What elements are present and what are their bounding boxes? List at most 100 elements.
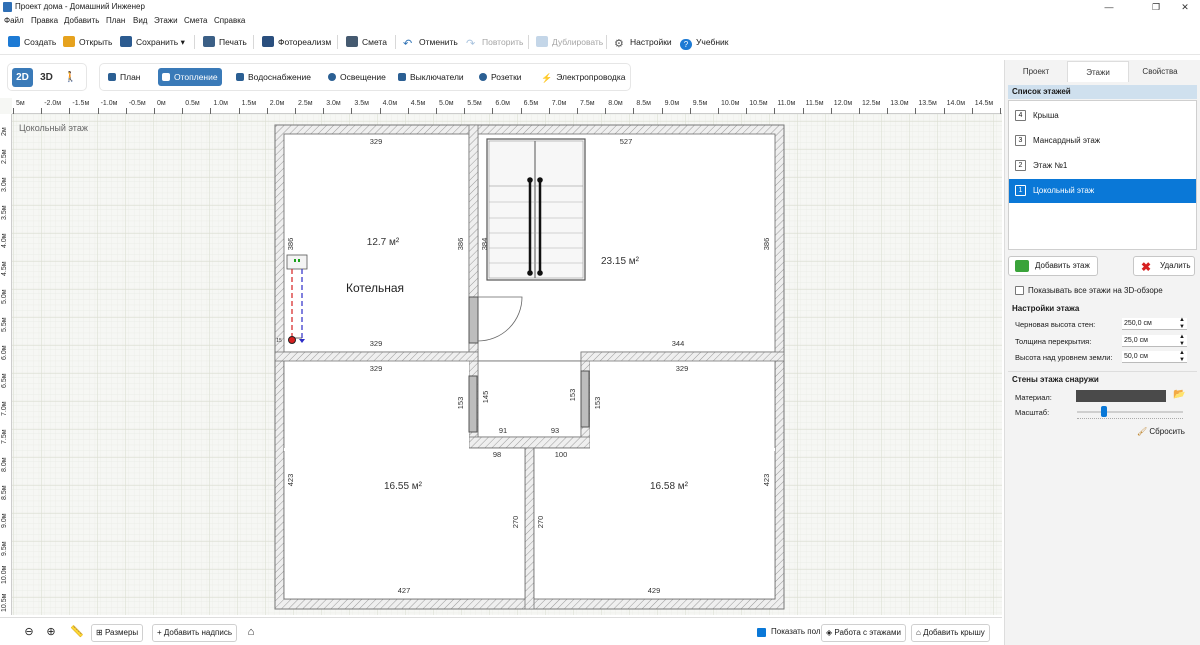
duplicate-button[interactable]: Дублировать — [536, 34, 603, 50]
spinner-icon[interactable]: ▲ ▼ — [1179, 317, 1185, 331]
save-button[interactable]: Сохранить ▾ — [120, 34, 185, 50]
zoom-in-icon[interactable]: ⊕ — [42, 624, 60, 642]
delete-floor-button[interactable]: ✖ Удалить — [1133, 256, 1195, 276]
door[interactable] — [468, 296, 479, 344]
ground-height-input[interactable]: 50,0 см ▲ ▼ — [1122, 350, 1187, 364]
show-all-3d-checkbox[interactable] — [1015, 286, 1024, 295]
ruler-tick — [464, 108, 466, 114]
add-label-button[interactable]: + Добавить надпись — [152, 624, 237, 642]
ruler-label: 12.0м — [833, 100, 853, 107]
tab-project[interactable]: Проект — [1005, 61, 1067, 82]
bulb-icon — [328, 73, 336, 81]
staircase[interactable] — [486, 138, 586, 281]
door[interactable] — [580, 370, 590, 428]
printer-icon — [203, 36, 215, 47]
inner-wall[interactable] — [524, 447, 535, 610]
tab-wiring[interactable]: ⚡ Электропроводка — [537, 68, 630, 86]
toolbar-divider — [606, 35, 607, 49]
floor-plan-drawing[interactable]: 329 527 386 386 384 386 329 344 329 329 … — [0, 98, 1002, 615]
help-icon: ? — [680, 39, 692, 50]
close-button[interactable]: ✕ — [1170, 0, 1200, 14]
undo-button[interactable]: ↶ Отменить — [403, 34, 458, 50]
add-floor-button[interactable]: Добавить этаж — [1008, 256, 1098, 276]
tab-sockets[interactable]: Розетки — [475, 68, 526, 86]
tab-water-supply[interactable]: Водоснабжение — [232, 68, 315, 86]
ruler-label: 6.5м — [1, 373, 8, 388]
tab-heating[interactable]: Отопление — [158, 68, 222, 86]
minimize-button[interactable]: — — [1094, 0, 1124, 14]
ruler-tick — [125, 108, 127, 114]
dim-label: 386 — [286, 238, 295, 251]
room-bottom-left-lower[interactable] — [283, 447, 526, 600]
menu-view[interactable]: Вид — [133, 16, 147, 25]
inner-wall[interactable] — [580, 351, 785, 362]
ruler-tick — [577, 108, 578, 114]
wall-height-input[interactable]: 250,0 см ▲ ▼ — [1122, 317, 1187, 331]
floor-item-basement[interactable]: 1 Цокольный этаж — [1009, 179, 1196, 203]
create-button[interactable]: Создать — [8, 34, 56, 50]
mode-3d-button[interactable]: 3D — [36, 68, 57, 87]
menu-floors[interactable]: Этажи — [154, 16, 178, 25]
tab-switches[interactable]: Выключатели — [394, 68, 468, 86]
ruler-tick — [182, 108, 184, 114]
floor-icon: 1 — [1015, 185, 1026, 196]
scale-slider[interactable] — [1077, 411, 1183, 413]
ruler-tick — [802, 108, 804, 114]
door[interactable] — [468, 375, 478, 433]
material-swatch[interactable] — [1076, 390, 1166, 402]
open-button[interactable]: Открыть — [63, 34, 112, 50]
socket-icon — [479, 73, 487, 81]
photorealism-button[interactable]: Фотореализм — [262, 34, 331, 50]
add-roof-button[interactable]: ⌂ Добавить крышу — [911, 624, 990, 642]
menu-add[interactable]: Добавить — [64, 16, 99, 25]
menu-file[interactable]: Файл — [4, 16, 24, 25]
sizes-button[interactable]: ⊞ Размеры — [91, 624, 144, 642]
save-dropdown-icon[interactable]: ▾ — [181, 37, 185, 47]
spinner-icon[interactable]: ▲ ▼ — [1179, 334, 1185, 348]
slab-thickness-input[interactable]: 25,0 см ▲ ▼ — [1122, 334, 1187, 348]
divider — [1008, 371, 1197, 372]
tab-lighting[interactable]: Освещение — [324, 68, 390, 86]
menu-help[interactable]: Справка — [214, 16, 245, 25]
ruler-tick — [1000, 108, 1001, 114]
ruler-label: 11.5м — [805, 100, 824, 107]
estimate-button[interactable]: Смета — [346, 34, 387, 50]
spinner-icon[interactable]: ▲ ▼ — [1179, 350, 1185, 364]
folder-icon[interactable]: 📂 — [1173, 389, 1185, 400]
room-bottom-right-lower[interactable] — [533, 447, 776, 600]
menu-plan[interactable]: План — [106, 16, 125, 25]
reset-button[interactable]: 🖌 Сбросить — [1137, 427, 1185, 436]
redo-button[interactable]: ↷ Повторить — [466, 34, 524, 50]
tab-plan[interactable]: План — [104, 68, 145, 86]
inner-wall[interactable] — [274, 351, 479, 362]
ruler-tick — [746, 108, 748, 114]
ruler-label: 5.5м — [467, 100, 482, 107]
floor-item-first[interactable]: 2 Этаж №1 — [1009, 154, 1196, 178]
zoom-out-icon[interactable]: ⊖ — [20, 624, 38, 642]
inner-wall[interactable] — [468, 436, 591, 449]
floor-item-roof[interactable]: 4 Крыша — [1009, 104, 1196, 128]
scale-slider-handle[interactable] — [1101, 406, 1107, 417]
corridor[interactable] — [477, 360, 582, 438]
plan-canvas[interactable]: 329 527 386 386 384 386 329 344 329 329 … — [0, 98, 1002, 615]
ruler-label: 14.5м — [974, 100, 994, 107]
floor-item-attic[interactable]: 3 Мансардный этаж — [1009, 129, 1196, 153]
ruler-label: 6.0м — [1, 345, 8, 360]
menu-edit[interactable]: Правка — [31, 16, 58, 25]
maximize-button[interactable]: ❐ — [1141, 0, 1171, 14]
print-button[interactable]: Печать — [203, 34, 247, 50]
settings-button[interactable]: ⚙ Настройки — [614, 34, 672, 50]
ruler-label: 2.0м — [269, 100, 285, 107]
menu-estimate[interactable]: Смета — [184, 16, 207, 25]
tab-properties[interactable]: Свойства — [1129, 61, 1191, 82]
home-icon[interactable]: ⌂ — [242, 624, 260, 642]
floors-work-button[interactable]: ◈ Работа с этажами — [821, 624, 906, 642]
ruler-label: 4.0м — [382, 100, 398, 107]
show-floor-checkbox[interactable] — [757, 628, 766, 637]
ruler-icon[interactable]: 📏 — [68, 624, 86, 642]
mode-2d-button[interactable]: 2D — [12, 68, 33, 87]
tutorial-button[interactable]: ? Учебник — [680, 34, 729, 50]
tab-floors[interactable]: Этажи — [1067, 61, 1129, 82]
ruler-tick — [13, 108, 14, 114]
walk-mode-icon[interactable]: 🚶 — [60, 68, 81, 87]
